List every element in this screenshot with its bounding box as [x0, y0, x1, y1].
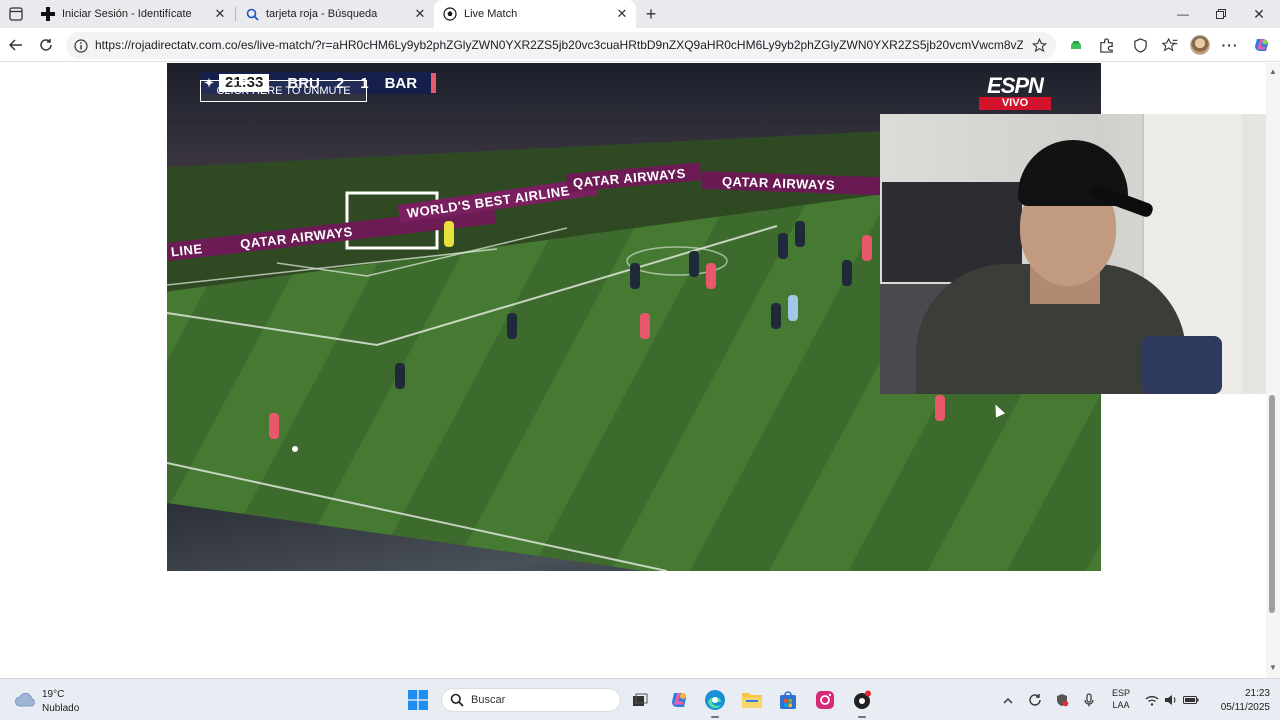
scroll-up-arrow-icon[interactable]: ▲: [1268, 67, 1278, 77]
scroll-down-arrow-icon[interactable]: ▼: [1268, 663, 1278, 673]
instagram-icon[interactable]: [813, 688, 837, 712]
edge-browser-icon[interactable]: [703, 688, 727, 712]
sync-icon[interactable]: [1026, 688, 1044, 712]
player-home: [771, 303, 781, 329]
profile-avatar[interactable]: [1190, 35, 1210, 55]
extension-icon[interactable]: [1064, 33, 1088, 57]
player-home: [630, 263, 640, 289]
broadcaster-name: ESPN: [987, 73, 1044, 98]
team-color-accent: [431, 73, 437, 93]
keyboard-layout: LAA: [1112, 700, 1130, 710]
player-away: [862, 235, 872, 261]
wifi-icon[interactable]: [1143, 688, 1161, 712]
windows-taskbar: 19°C Nublado Buscar ESP LAA 21:23 05/11/…: [0, 678, 1280, 720]
weather-condition: Nublado: [42, 703, 80, 714]
search-icon: [244, 6, 260, 22]
search-icon: [450, 693, 464, 707]
search-placeholder: Buscar: [471, 694, 506, 706]
favorite-star-icon[interactable]: [1030, 36, 1048, 54]
tab-title: tarjeta roja - Búsqueda: [266, 8, 378, 20]
language-code: ESP: [1111, 688, 1130, 698]
webcam-overlay: [880, 114, 1280, 394]
player-home: [795, 221, 805, 247]
scrollbar-thumb[interactable]: [1269, 395, 1275, 613]
away-team: BAR: [384, 74, 418, 92]
start-button[interactable]: [406, 688, 430, 712]
soccer-ball-icon: [442, 6, 458, 22]
tab-title: Live Match: [464, 8, 518, 20]
close-tab-icon[interactable]: ✕: [210, 4, 230, 24]
tab-strip: Iniciar Sesión - Identifícate ✕ tarjeta …: [0, 0, 1280, 28]
active-app-indicator: [711, 716, 719, 718]
player-home: [778, 233, 788, 259]
player-home: [507, 313, 517, 339]
task-view-icon[interactable]: [628, 688, 652, 712]
microsoft-store-icon[interactable]: [776, 688, 800, 712]
clock-time: 21:23: [1244, 688, 1270, 699]
player-home: [842, 260, 852, 286]
tab-actions-icon[interactable]: [6, 4, 26, 24]
volume-icon[interactable]: [1162, 688, 1180, 712]
security-shield-icon[interactable]: [1053, 688, 1071, 712]
minimize-button[interactable]: —: [1164, 0, 1202, 28]
player-away: [935, 395, 945, 421]
weather-widget[interactable]: 19°C Nublado: [14, 686, 114, 714]
browser-essentials-icon[interactable]: [1128, 33, 1152, 57]
ad-text: QATAR AIRWAYS: [721, 173, 836, 193]
player-away: [269, 413, 279, 439]
site-info-icon[interactable]: [72, 37, 89, 54]
browser-toolbar: https://rojadirectatv.com.co/es/live-mat…: [0, 28, 1280, 62]
system-clock[interactable]: 21:23 05/11/2025: [1200, 687, 1270, 715]
chevron-up-icon[interactable]: [1000, 688, 1016, 712]
active-app-indicator: [858, 716, 866, 718]
obs-recording-icon[interactable]: [850, 688, 874, 712]
favorites-icon[interactable]: [1158, 33, 1182, 57]
close-window-button[interactable]: ✕: [1240, 0, 1278, 28]
page-scrollbar[interactable]: ▲ ▼: [1266, 63, 1280, 678]
url-text[interactable]: https://rojadirectatv.com.co/es/live-mat…: [95, 38, 1023, 52]
cloud-icon: [14, 691, 38, 707]
new-tab-button[interactable]: +: [640, 3, 662, 25]
tab-tarjeta-roja[interactable]: tarjeta roja - Búsqueda ✕: [236, 0, 434, 28]
input-language[interactable]: ESP LAA: [1108, 687, 1134, 711]
back-button[interactable]: [4, 33, 28, 57]
copilot-icon[interactable]: [1250, 33, 1274, 57]
tab-title: Iniciar Sesión - Identifícate: [62, 8, 192, 20]
refresh-button[interactable]: [34, 33, 58, 57]
broadcaster-logo: ESPN VIVO: [979, 73, 1051, 110]
clock-date: 05/11/2025: [1220, 702, 1270, 713]
tab-iniciar-sesion[interactable]: Iniciar Sesión - Identifícate ✕: [32, 0, 234, 28]
tab-live-match[interactable]: Live Match ✕: [434, 0, 636, 28]
referee: [788, 295, 798, 321]
player-home: [395, 363, 405, 389]
unmute-button[interactable]: CLICK HERE TO UNMUTE: [200, 80, 367, 102]
goalkeeper: [444, 221, 454, 247]
copilot-taskbar-icon[interactable]: [667, 688, 691, 712]
plus-icon: [40, 6, 56, 22]
more-options-icon[interactable]: ···: [1218, 33, 1242, 57]
file-explorer-icon[interactable]: [740, 688, 764, 712]
star-pillow: [1142, 336, 1222, 394]
live-badge: VIVO: [979, 97, 1051, 110]
battery-icon[interactable]: [1182, 688, 1200, 712]
restore-button[interactable]: [1202, 0, 1240, 28]
extensions-puzzle-icon[interactable]: [1094, 33, 1118, 57]
close-tab-icon[interactable]: ✕: [612, 4, 632, 24]
ball: [292, 446, 298, 452]
taskbar-search[interactable]: Buscar: [441, 688, 621, 712]
ad-text: LINE: [170, 240, 204, 259]
player-home: [689, 251, 699, 277]
microphone-icon[interactable]: [1080, 688, 1098, 712]
player-away: [706, 263, 716, 289]
weather-temperature: 19°C: [42, 689, 65, 700]
player-away: [640, 313, 650, 339]
address-bar[interactable]: https://rojadirectatv.com.co/es/live-mat…: [66, 32, 1056, 59]
close-tab-icon[interactable]: ✕: [410, 4, 430, 24]
